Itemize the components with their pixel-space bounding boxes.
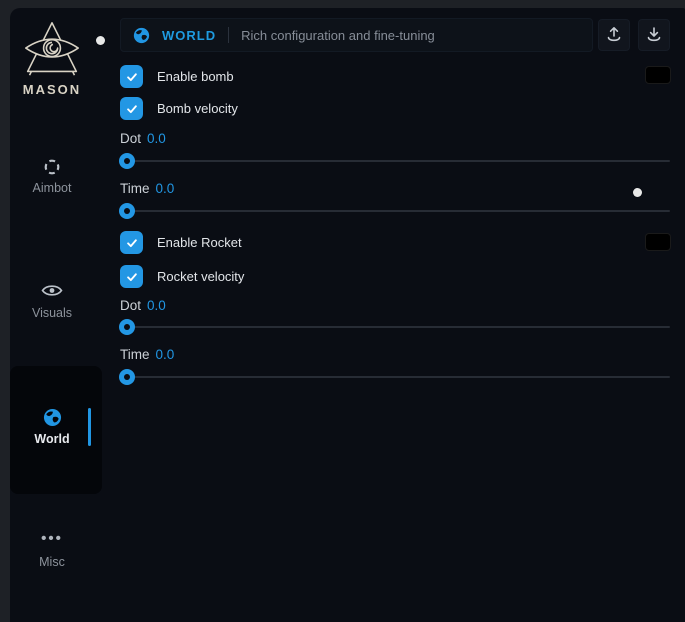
time-slider-handle[interactable] bbox=[119, 203, 135, 219]
slider-value: 0.0 bbox=[147, 298, 166, 313]
check-icon bbox=[125, 270, 139, 284]
slider-name: Time bbox=[120, 181, 150, 196]
brand-text: MASON bbox=[10, 82, 94, 97]
toggle-label: Rocket velocity bbox=[157, 269, 244, 284]
download-icon bbox=[645, 26, 663, 44]
slider-label-dot: Dot 0.0 bbox=[120, 131, 166, 146]
sidebar-item-world-active-panel[interactable]: World bbox=[10, 366, 102, 494]
enable-rocket-checkbox[interactable] bbox=[120, 231, 143, 254]
active-tab-indicator bbox=[88, 408, 91, 446]
slider-label-time: Time 0.0 bbox=[120, 347, 174, 362]
bomb-color-swatch[interactable] bbox=[645, 66, 671, 84]
app-logo: MASON bbox=[10, 20, 94, 97]
check-icon bbox=[125, 70, 139, 84]
check-icon bbox=[125, 236, 139, 250]
sidebar-item-label: Visuals bbox=[10, 306, 94, 320]
mason-window: MASON Aimbot Visuals bbox=[10, 8, 685, 622]
slider-label-time: Time 0.0 bbox=[120, 181, 174, 196]
upload-config-button[interactable] bbox=[598, 19, 630, 51]
sidebar-item-misc[interactable]: ••• Misc bbox=[10, 532, 94, 569]
eye-pyramid-icon bbox=[22, 20, 82, 78]
enable-bomb-checkbox[interactable] bbox=[120, 65, 143, 88]
slider-name: Time bbox=[120, 347, 150, 362]
page-title: WORLD bbox=[162, 28, 216, 43]
page-header: WORLD Rich configuration and fine-tuning bbox=[120, 18, 593, 52]
toggle-label: Enable Rocket bbox=[157, 235, 242, 250]
cursor-dot bbox=[633, 188, 642, 197]
time-slider-track[interactable] bbox=[120, 210, 670, 212]
slider-value: 0.0 bbox=[156, 347, 175, 362]
sidebar-item-label: World bbox=[10, 432, 94, 446]
time-slider-handle[interactable] bbox=[119, 369, 135, 385]
eye-icon bbox=[10, 283, 94, 301]
toggle-row-enable-rocket: Enable Rocket bbox=[120, 231, 242, 254]
slider-label-dot: Dot 0.0 bbox=[120, 298, 166, 313]
time-slider-track[interactable] bbox=[120, 376, 670, 378]
toggle-row-bomb-velocity: Bomb velocity bbox=[120, 97, 238, 120]
toggle-row-rocket-velocity: Rocket velocity bbox=[120, 265, 244, 288]
download-config-button[interactable] bbox=[638, 19, 670, 51]
bomb-velocity-checkbox[interactable] bbox=[120, 97, 143, 120]
dot-slider-track[interactable] bbox=[120, 160, 670, 162]
slider-name: Dot bbox=[120, 131, 141, 146]
ellipsis-icon: ••• bbox=[10, 532, 94, 550]
sidebar-item-label: Misc bbox=[10, 555, 94, 569]
upload-icon bbox=[605, 26, 623, 44]
rocket-color-swatch[interactable] bbox=[645, 233, 671, 251]
crosshair-icon bbox=[10, 158, 94, 176]
dot-slider-handle[interactable] bbox=[119, 319, 135, 335]
divider bbox=[228, 27, 229, 43]
sidebar-item-aimbot[interactable]: Aimbot bbox=[10, 158, 94, 195]
dot-slider-track[interactable] bbox=[120, 326, 670, 328]
globe-icon bbox=[43, 414, 62, 431]
slider-value: 0.0 bbox=[156, 181, 175, 196]
slider-name: Dot bbox=[120, 298, 141, 313]
globe-icon bbox=[133, 27, 150, 44]
check-icon bbox=[125, 102, 139, 116]
cursor-dot bbox=[96, 36, 105, 45]
toggle-row-enable-bomb: Enable bomb bbox=[120, 65, 234, 88]
sidebar-item-visuals[interactable]: Visuals bbox=[10, 283, 94, 320]
rocket-velocity-checkbox[interactable] bbox=[120, 265, 143, 288]
sidebar-item-label: Aimbot bbox=[10, 181, 94, 195]
sidebar-item-world[interactable]: World bbox=[10, 408, 94, 446]
slider-value: 0.0 bbox=[147, 131, 166, 146]
toggle-label: Enable bomb bbox=[157, 69, 234, 84]
sidebar: MASON Aimbot Visuals bbox=[10, 8, 118, 622]
page-subtitle: Rich configuration and fine-tuning bbox=[241, 28, 435, 43]
toggle-label: Bomb velocity bbox=[157, 101, 238, 116]
dot-slider-handle[interactable] bbox=[119, 153, 135, 169]
